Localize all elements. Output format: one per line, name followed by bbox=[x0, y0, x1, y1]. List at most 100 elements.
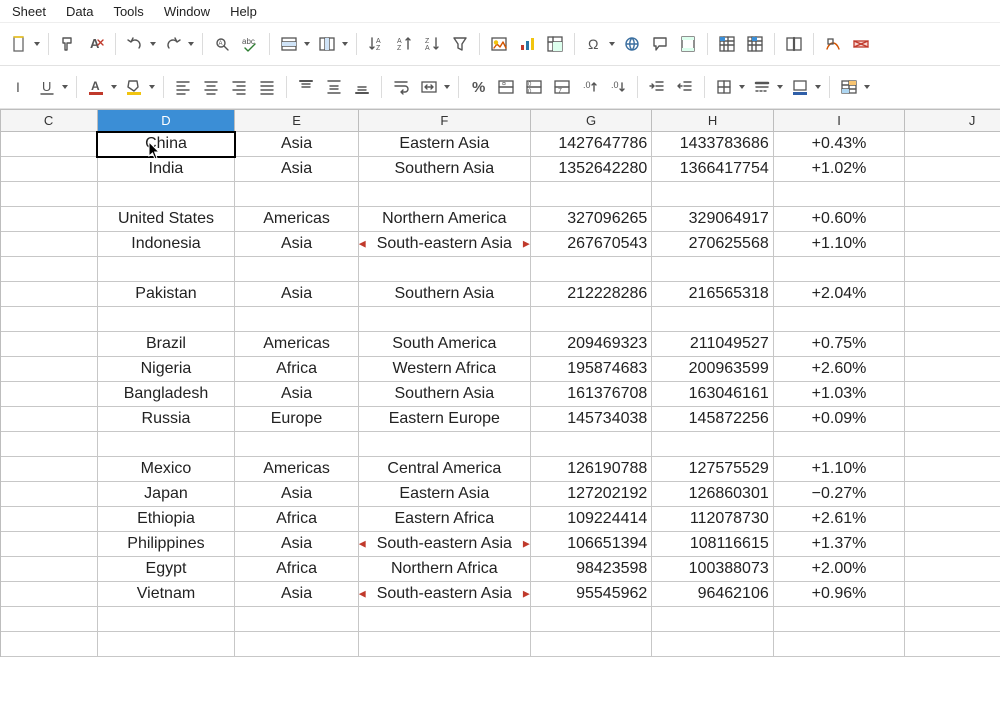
cell-G10[interactable]: 195874683 bbox=[530, 357, 651, 382]
cell-J3[interactable] bbox=[905, 182, 1000, 207]
column-header-F[interactable]: F bbox=[358, 110, 530, 132]
align-middle-icon[interactable] bbox=[321, 73, 347, 101]
cell-D11[interactable]: Bangladesh bbox=[97, 382, 235, 407]
cell-J18[interactable] bbox=[905, 557, 1000, 582]
column-header-C[interactable]: C bbox=[0, 110, 97, 132]
comment-icon[interactable] bbox=[647, 30, 673, 58]
cell-D12[interactable]: Russia bbox=[97, 407, 235, 432]
delete-cells-icon[interactable] bbox=[848, 30, 874, 58]
cell-E13[interactable] bbox=[235, 432, 358, 457]
cell-I17[interactable]: +1.37% bbox=[773, 532, 905, 557]
cell-C9[interactable] bbox=[0, 332, 97, 357]
cell-C16[interactable] bbox=[0, 507, 97, 532]
cell-G2[interactable]: 1352642280 bbox=[530, 157, 651, 182]
font-color-icon-dropdown[interactable] bbox=[109, 74, 119, 100]
underline-icon-dropdown[interactable] bbox=[60, 74, 70, 100]
date-icon[interactable]: 7 bbox=[549, 73, 575, 101]
cell-E8[interactable] bbox=[235, 307, 358, 332]
cell-D14[interactable]: Mexico bbox=[97, 457, 235, 482]
cell-I3[interactable] bbox=[773, 182, 905, 207]
conditional-format-icon[interactable] bbox=[836, 73, 862, 101]
cell-D17[interactable]: Philippines bbox=[97, 532, 235, 557]
cell-F16[interactable]: Eastern Africa bbox=[358, 507, 530, 532]
cell-C11[interactable] bbox=[0, 382, 97, 407]
cell-D4[interactable]: United States bbox=[97, 207, 235, 232]
cell-F3[interactable] bbox=[358, 182, 530, 207]
cell-D9[interactable]: Brazil bbox=[97, 332, 235, 357]
cell-J12[interactable] bbox=[905, 407, 1000, 432]
cell-E14[interactable]: Americas bbox=[235, 457, 358, 482]
cell-J11[interactable] bbox=[905, 382, 1000, 407]
cell-D13[interactable] bbox=[97, 432, 235, 457]
align-center-icon[interactable] bbox=[198, 73, 224, 101]
cell-H11[interactable]: 163046161 bbox=[652, 382, 773, 407]
cell-I7[interactable]: +2.04% bbox=[773, 282, 905, 307]
column-ops-icon-dropdown[interactable] bbox=[340, 31, 350, 57]
column-header-E[interactable]: E bbox=[235, 110, 358, 132]
cell-E16[interactable]: Africa bbox=[235, 507, 358, 532]
cell-D7[interactable]: Pakistan bbox=[97, 282, 235, 307]
cell-H20[interactable] bbox=[652, 607, 773, 632]
cell-G3[interactable] bbox=[530, 182, 651, 207]
cell-H1[interactable]: 1433783686 bbox=[652, 132, 773, 157]
cell-D21[interactable] bbox=[97, 632, 235, 657]
cell-J8[interactable] bbox=[905, 307, 1000, 332]
cell-E2[interactable]: Asia bbox=[235, 157, 358, 182]
align-bottom-icon[interactable] bbox=[349, 73, 375, 101]
merge-cells-icon-dropdown[interactable] bbox=[442, 74, 452, 100]
add-decimal-icon[interactable]: .0 bbox=[577, 73, 603, 101]
menu-tools[interactable]: Tools bbox=[105, 2, 151, 21]
align-top-icon[interactable] bbox=[293, 73, 319, 101]
remove-decimal-icon[interactable]: .0 bbox=[605, 73, 631, 101]
cell-H8[interactable] bbox=[652, 307, 773, 332]
cell-D5[interactable]: Indonesia bbox=[97, 232, 235, 257]
cell-F6[interactable] bbox=[358, 257, 530, 282]
cell-J1[interactable] bbox=[905, 132, 1000, 157]
cell-D3[interactable] bbox=[97, 182, 235, 207]
cell-C12[interactable] bbox=[0, 407, 97, 432]
cell-C10[interactable] bbox=[0, 357, 97, 382]
column-header-G[interactable]: G bbox=[530, 110, 651, 132]
column-header-D[interactable]: D bbox=[97, 110, 235, 132]
cell-C8[interactable] bbox=[0, 307, 97, 332]
cell-F18[interactable]: Northern Africa bbox=[358, 557, 530, 582]
number-icon[interactable]: 00 bbox=[521, 73, 547, 101]
insert-chart-icon[interactable] bbox=[514, 30, 540, 58]
pivot-table-icon[interactable] bbox=[542, 30, 568, 58]
cell-G14[interactable]: 126190788 bbox=[530, 457, 651, 482]
font-color-icon[interactable]: A bbox=[83, 73, 109, 101]
spreadsheet-grid[interactable]: CDEFGHIJChinaAsiaEastern Asia14276477861… bbox=[0, 109, 1000, 715]
redo-icon-dropdown[interactable] bbox=[186, 31, 196, 57]
cell-H14[interactable]: 127575529 bbox=[652, 457, 773, 482]
clone-format-icon[interactable] bbox=[55, 30, 81, 58]
cell-E19[interactable]: Asia bbox=[235, 582, 358, 607]
border-style-icon-dropdown[interactable] bbox=[775, 74, 785, 100]
cell-F5[interactable]: South-eastern Asia bbox=[358, 232, 530, 257]
align-justify-icon[interactable] bbox=[254, 73, 280, 101]
clear-format-icon[interactable]: A bbox=[83, 30, 109, 58]
column-header-H[interactable]: H bbox=[652, 110, 773, 132]
cell-H21[interactable] bbox=[652, 632, 773, 657]
cell-J6[interactable] bbox=[905, 257, 1000, 282]
cell-F2[interactable]: Southern Asia bbox=[358, 157, 530, 182]
cell-F10[interactable]: Western Africa bbox=[358, 357, 530, 382]
cell-G5[interactable]: 267670543 bbox=[530, 232, 651, 257]
undo-icon-dropdown[interactable] bbox=[148, 31, 158, 57]
cell-C21[interactable] bbox=[0, 632, 97, 657]
new-document-icon-dropdown[interactable] bbox=[32, 31, 42, 57]
cell-E9[interactable]: Americas bbox=[235, 332, 358, 357]
cell-I12[interactable]: +0.09% bbox=[773, 407, 905, 432]
spellcheck-icon[interactable]: abc bbox=[237, 30, 263, 58]
cell-J16[interactable] bbox=[905, 507, 1000, 532]
cell-J9[interactable] bbox=[905, 332, 1000, 357]
cell-F17[interactable]: South-eastern Asia bbox=[358, 532, 530, 557]
cell-E18[interactable]: Africa bbox=[235, 557, 358, 582]
cell-C5[interactable] bbox=[0, 232, 97, 257]
cell-J20[interactable] bbox=[905, 607, 1000, 632]
border-style-icon[interactable] bbox=[749, 73, 775, 101]
cell-G16[interactable]: 109224414 bbox=[530, 507, 651, 532]
cell-J7[interactable] bbox=[905, 282, 1000, 307]
hyperlink-icon[interactable] bbox=[619, 30, 645, 58]
align-right-icon[interactable] bbox=[226, 73, 252, 101]
cell-F14[interactable]: Central America bbox=[358, 457, 530, 482]
